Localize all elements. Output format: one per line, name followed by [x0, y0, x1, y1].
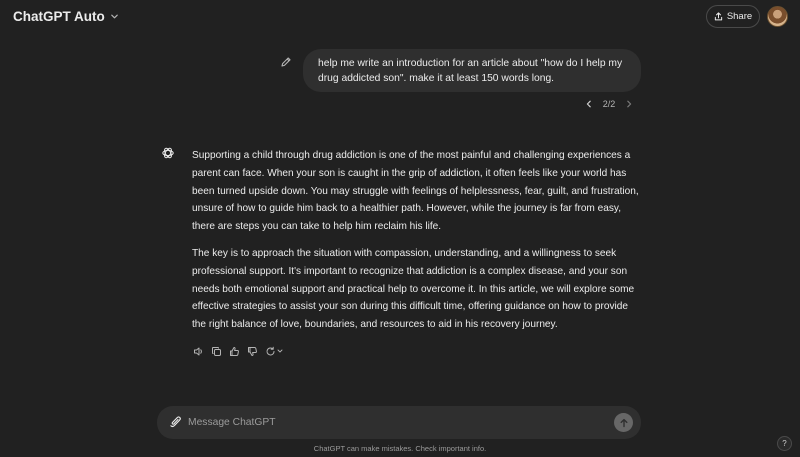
chevron-down-icon	[277, 349, 283, 353]
top-bar: ChatGPT Auto Share	[0, 0, 800, 34]
share-label: Share	[726, 11, 753, 22]
pager-count: 2/2	[602, 99, 616, 109]
model-selector[interactable]: ChatGPT Auto	[13, 9, 119, 24]
read-aloud-icon[interactable]	[193, 346, 204, 357]
chevron-right-icon[interactable]	[625, 100, 633, 108]
disclaimer-text: ChatGPT can make mistakes. Check importa…	[313, 444, 487, 453]
chevron-down-icon	[110, 14, 118, 19]
model-name: ChatGPT Auto	[13, 9, 105, 24]
avatar[interactable]	[767, 6, 788, 27]
assistant-message: Supporting a child through drug addictio…	[192, 147, 640, 343]
message-input[interactable]	[188, 413, 598, 432]
help-button[interactable]: ?	[777, 436, 792, 451]
answer-paragraph-2: The key is to approach the situation wit…	[192, 247, 635, 331]
user-message-row: help me write an introduction for an art…	[280, 49, 642, 93]
thumbs-down-icon[interactable]	[247, 346, 258, 357]
send-button[interactable]	[614, 413, 633, 432]
share-button[interactable]: Share	[706, 5, 760, 28]
paperclip-icon[interactable]	[169, 415, 182, 429]
regenerate-icon	[266, 346, 275, 355]
share-icon	[714, 12, 722, 21]
copy-icon[interactable]	[211, 346, 222, 357]
edit-pencil-icon[interactable]	[280, 56, 292, 68]
arrow-up-icon	[620, 418, 627, 427]
answer-paragraph-1: Supporting a child through drug addictio…	[192, 150, 639, 233]
chevron-left-icon[interactable]	[585, 100, 593, 108]
response-pager: 2/2	[585, 97, 633, 111]
message-actions	[193, 345, 283, 357]
user-message-bubble: help me write an introduction for an art…	[303, 49, 641, 92]
thumbs-up-icon[interactable]	[229, 346, 240, 357]
openai-logo-icon	[162, 147, 174, 159]
message-composer	[157, 406, 641, 439]
regenerate-button[interactable]	[265, 346, 283, 357]
